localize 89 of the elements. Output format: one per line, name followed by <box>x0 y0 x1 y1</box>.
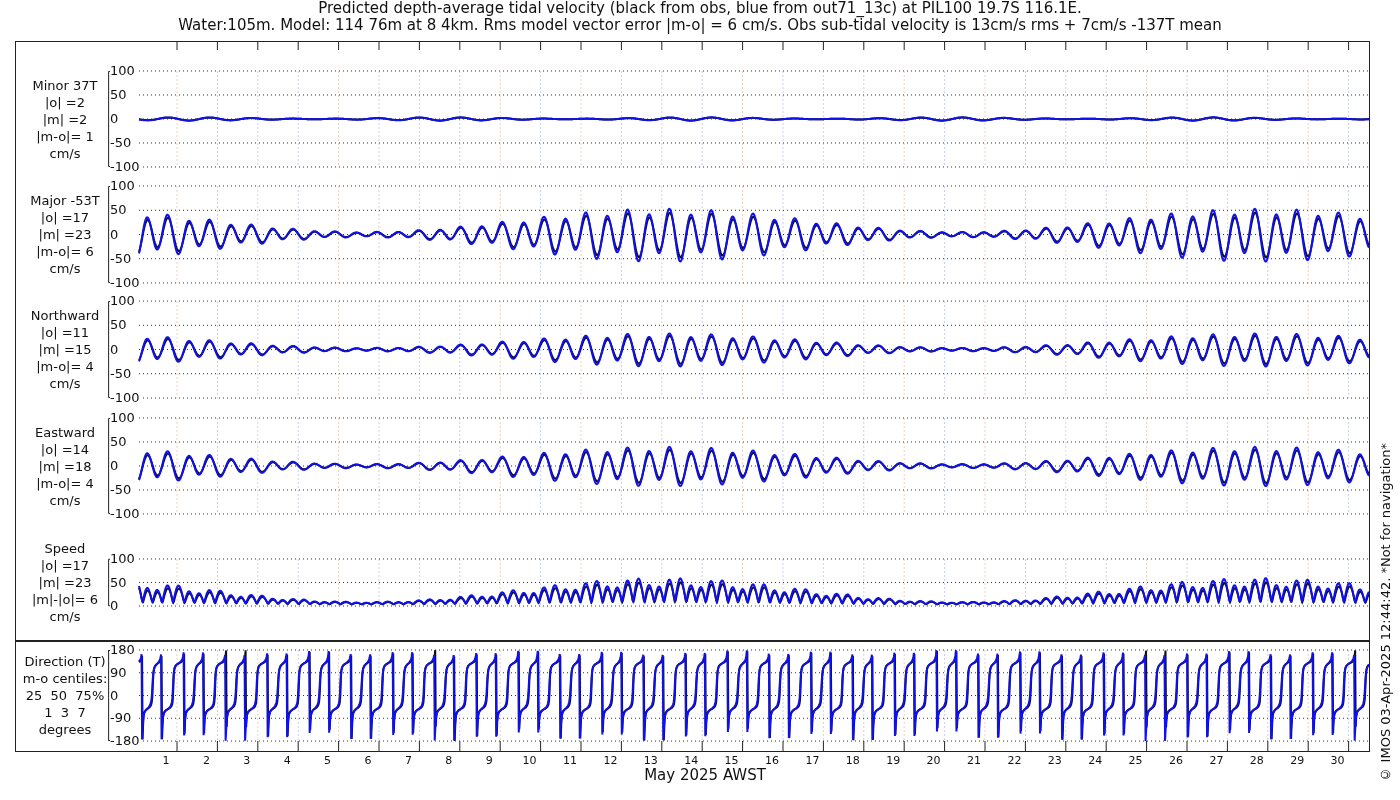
panel-title: Minor 37T <box>32 76 98 94</box>
unit-text: cm/s <box>49 608 81 625</box>
statistic-text: |o| =17 <box>40 209 90 226</box>
y-tick-label: 0 <box>110 459 119 473</box>
unit-text: cm/s <box>49 375 81 392</box>
unit-text: cm/s <box>49 260 81 277</box>
x-tick-label: 20 <box>926 755 941 767</box>
panel-title: Eastward <box>35 423 95 441</box>
y-tick-label: -100 <box>110 507 140 521</box>
y-tick-label: 0 <box>110 112 119 126</box>
x-tick-label: 27 <box>1209 755 1224 767</box>
y-tick-label: -50 <box>110 251 132 266</box>
y-tick-label: 100 <box>110 64 135 78</box>
y-tick-label: -50 <box>110 483 132 497</box>
y-tick-label: 0 <box>110 599 119 613</box>
y-tick-label: 0 <box>110 342 119 357</box>
y-tick-label: -50 <box>110 366 132 381</box>
statistic-text: |m| =18 <box>38 457 92 475</box>
panel-title: Speed <box>44 540 86 557</box>
panel-title: Northward <box>30 307 100 324</box>
statistic-text: |m-o|= 4 <box>36 358 94 375</box>
y-tick-label: 90 <box>110 665 127 680</box>
statistic-text: |o| =14 <box>40 440 90 458</box>
x-tick-label: 11 <box>563 755 577 767</box>
x-tick-label: 17 <box>805 755 820 767</box>
x-tick-label: 14 <box>684 755 699 767</box>
statistic-text: |m| =23 <box>38 574 92 591</box>
unit-text: cm/s <box>49 491 81 509</box>
y-tick-label: 50 <box>110 575 127 590</box>
x-tick-label: 2 <box>202 755 210 767</box>
unit-text: degrees <box>38 721 92 738</box>
x-tick-label: 10 <box>522 755 537 767</box>
x-tick-label: 22 <box>1007 755 1022 767</box>
y-tick-label: 100 <box>110 552 135 566</box>
x-tick-label: 15 <box>724 755 739 767</box>
statistic-text: |m-o|= 6 <box>36 243 94 260</box>
x-tick-label: 28 <box>1249 755 1264 767</box>
x-tick-label: 13 <box>643 755 658 767</box>
x-tick-label: 5 <box>324 755 332 767</box>
x-tick-label: 16 <box>765 755 779 767</box>
x-tick-label: 1 <box>162 755 170 767</box>
x-tick-label: 25 <box>1128 755 1143 767</box>
x-tick-label: 24 <box>1088 755 1103 767</box>
y-tick-label: 100 <box>110 294 135 308</box>
x-tick-label: 3 <box>243 755 251 767</box>
statistic-text: |m| =15 <box>38 341 92 358</box>
y-tick-label: 50 <box>110 435 127 449</box>
x-tick-label: 23 <box>1047 755 1062 767</box>
chart-title: Predicted depth-average tidal velocity (black from obs, blue from out71_13c) at PIL100 19.7S 116.1E. <box>318 0 1082 17</box>
panel-title: Major -53T <box>30 192 100 209</box>
x-tick-label: 8 <box>445 755 453 767</box>
statistic-text: |o| =2 <box>45 93 85 111</box>
y-tick-label: 0 <box>110 227 119 242</box>
y-tick-label: -180 <box>110 734 140 748</box>
x-tick-label: 4 <box>283 755 291 767</box>
x-tick-label: 9 <box>485 755 493 767</box>
y-tick-label: 180 <box>110 643 135 657</box>
panel-title: Direction (T) <box>24 653 106 670</box>
statistic-text: |m-o|= 1 <box>36 127 94 145</box>
y-tick-label: 50 <box>110 88 127 102</box>
statistic-text: |o| =11 <box>40 324 90 341</box>
x-tick-label: 12 <box>603 755 618 767</box>
x-tick-label: 29 <box>1290 755 1305 767</box>
statistic-text: |m-o|= 4 <box>36 474 94 492</box>
y-tick-label: 100 <box>110 179 135 193</box>
statistic-text: |m| =2 <box>42 110 88 128</box>
y-tick-label: -50 <box>110 136 132 150</box>
statistic-text: 1 3 7 <box>44 704 86 721</box>
y-tick-label: 0 <box>110 688 119 703</box>
x-tick-label: 30 <box>1330 755 1345 767</box>
chart-title: Water:105m. Model: 114 76m at 8 4km. Rms model vector error |m-o| = 6 cm/s. Obs sub-tidal velocity is 13cm/s rms + 7cm/s -137T mean <box>178 17 1222 34</box>
x-tick-label: 18 <box>845 755 860 767</box>
copyright-note: © IMOS 03-Apr-2025 12:44:42. *Not for navigation* <box>1377 443 1393 782</box>
statistic-text: |m| =23 <box>38 226 92 243</box>
y-tick-label: -100 <box>110 160 140 174</box>
statistic-text: |m|-|o|= 6 <box>31 591 99 608</box>
y-tick-label: 100 <box>110 411 135 425</box>
y-tick-label: -100 <box>110 276 140 290</box>
x-tick-label: 7 <box>404 755 412 767</box>
statistic-text: 25 50 75% <box>25 687 105 704</box>
x-tick-label: 6 <box>364 755 372 767</box>
unit-text: cm/s <box>49 144 81 162</box>
statistic-text: m-o centiles: <box>22 670 108 687</box>
x-axis-label: May 2025 AWST <box>643 767 766 784</box>
y-tick-label: -100 <box>110 391 140 405</box>
statistic-text: |o| =17 <box>40 557 90 574</box>
x-tick-label: 21 <box>967 755 981 767</box>
x-tick-label: 19 <box>886 755 901 767</box>
x-tick-label: 26 <box>1169 755 1183 767</box>
